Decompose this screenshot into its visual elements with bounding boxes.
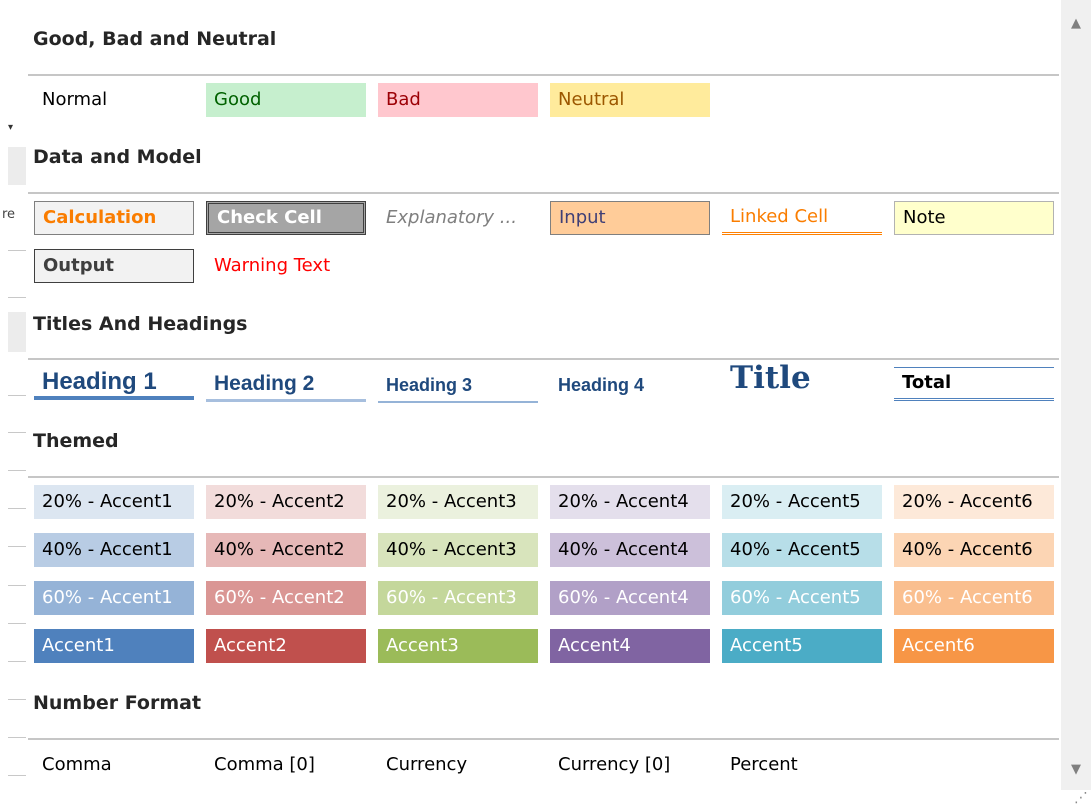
style-accent2[interactable]: Accent2 [206, 629, 366, 663]
resize-grip-icon[interactable]: ⋰ [1072, 790, 1090, 808]
section-divider [28, 192, 1059, 194]
sheet-gridline [8, 775, 26, 776]
style-currency[interactable]: Currency [378, 748, 538, 782]
style-20-accent1[interactable]: 20% - Accent1 [34, 485, 194, 519]
section-title-good-bad-neutral: Good, Bad and Neutral [33, 28, 277, 50]
style-input[interactable]: Input [550, 201, 710, 235]
style-bad[interactable]: Bad [378, 83, 538, 117]
style-total[interactable]: Total [894, 367, 1054, 401]
style-40-accent1[interactable]: 40% - Accent1 [34, 533, 194, 567]
style-warning-text[interactable]: Warning Text [206, 249, 366, 283]
sheet-gridline [8, 546, 26, 547]
style-explanatory[interactable]: Explanatory ... [378, 201, 538, 235]
style-40-accent2[interactable]: 40% - Accent2 [206, 533, 366, 567]
style-accent3[interactable]: Accent3 [378, 629, 538, 663]
style-heading-3[interactable]: Heading 3 [378, 369, 538, 403]
style-check-cell[interactable]: Check Cell [206, 201, 366, 235]
style-percent[interactable]: Percent [722, 748, 882, 782]
section-divider [28, 74, 1059, 76]
style-comma-0[interactable]: Comma [0] [206, 748, 366, 782]
sheet-gridline [8, 470, 26, 471]
sheet-gridline [8, 623, 26, 624]
section-divider [28, 476, 1059, 478]
style-60-accent1[interactable]: 60% - Accent1 [34, 581, 194, 615]
section-title-number-format: Number Format [33, 692, 202, 714]
scroll-down-arrow-icon[interactable]: ▼ [1061, 758, 1091, 782]
style-60-accent2[interactable]: 60% - Accent2 [206, 581, 366, 615]
style-40-accent5[interactable]: 40% - Accent5 [722, 533, 882, 567]
section-divider [28, 738, 1059, 740]
style-good[interactable]: Good [206, 83, 366, 117]
sheet-gridline [8, 699, 26, 700]
style-linked-cell[interactable]: Linked Cell [722, 201, 882, 235]
scroll-up-arrow-icon[interactable]: ▲ [1061, 12, 1091, 36]
style-accent6[interactable]: Accent6 [894, 629, 1054, 663]
section-divider [28, 358, 1059, 360]
style-20-accent3[interactable]: 20% - Accent3 [378, 485, 538, 519]
cell-styles-gallery: Good, Bad and Neutral Normal Good Bad Ne… [26, 0, 1059, 790]
style-40-accent3[interactable]: 40% - Accent3 [378, 533, 538, 567]
style-accent1[interactable]: Accent1 [34, 629, 194, 663]
style-accent5[interactable]: Accent5 [722, 629, 882, 663]
style-neutral[interactable]: Neutral [550, 83, 710, 117]
sheet-gridline [8, 585, 26, 586]
sheet-gridline [8, 395, 26, 396]
section-title-themed: Themed [33, 430, 119, 452]
style-calculation[interactable]: Calculation [34, 201, 194, 235]
style-40-accent4[interactable]: 40% - Accent4 [550, 533, 710, 567]
style-heading-2[interactable]: Heading 2 [206, 368, 366, 402]
style-output[interactable]: Output [34, 249, 194, 283]
sheet-gridline [8, 250, 26, 251]
style-currency-0[interactable]: Currency [0] [550, 748, 710, 782]
style-heading-4[interactable]: Heading 4 [550, 368, 710, 402]
vertical-scrollbar[interactable]: ▲ ▼ [1061, 0, 1091, 790]
style-60-accent3[interactable]: 60% - Accent3 [378, 581, 538, 615]
sheet-fragment-box [8, 312, 26, 352]
style-heading-1[interactable]: Heading 1 [34, 366, 194, 400]
sheet-gridline [8, 661, 26, 662]
sheet-fragment-box [8, 147, 26, 185]
style-60-accent6[interactable]: 60% - Accent6 [894, 581, 1054, 615]
style-normal[interactable]: Normal [34, 83, 194, 117]
sheet-fragment-text: re [2, 207, 16, 222]
section-title-titles-headings: Titles And Headings [33, 313, 248, 335]
style-note[interactable]: Note [894, 201, 1054, 235]
sheet-gridline [8, 508, 26, 509]
style-title[interactable]: Title [722, 364, 882, 398]
style-20-accent5[interactable]: 20% - Accent5 [722, 485, 882, 519]
style-20-accent2[interactable]: 20% - Accent2 [206, 485, 366, 519]
style-40-accent6[interactable]: 40% - Accent6 [894, 533, 1054, 567]
style-60-accent4[interactable]: 60% - Accent4 [550, 581, 710, 615]
sheet-gridline [8, 737, 26, 738]
background-sheet-edge: ▾ re [0, 0, 26, 809]
sheet-gridline [8, 432, 26, 433]
section-title-data-model: Data and Model [33, 146, 202, 168]
style-comma[interactable]: Comma [34, 748, 194, 782]
marker-dot: ▾ [8, 122, 14, 133]
sheet-gridline [8, 297, 26, 298]
style-20-accent6[interactable]: 20% - Accent6 [894, 485, 1054, 519]
style-accent4[interactable]: Accent4 [550, 629, 710, 663]
style-20-accent4[interactable]: 20% - Accent4 [550, 485, 710, 519]
style-60-accent5[interactable]: 60% - Accent5 [722, 581, 882, 615]
